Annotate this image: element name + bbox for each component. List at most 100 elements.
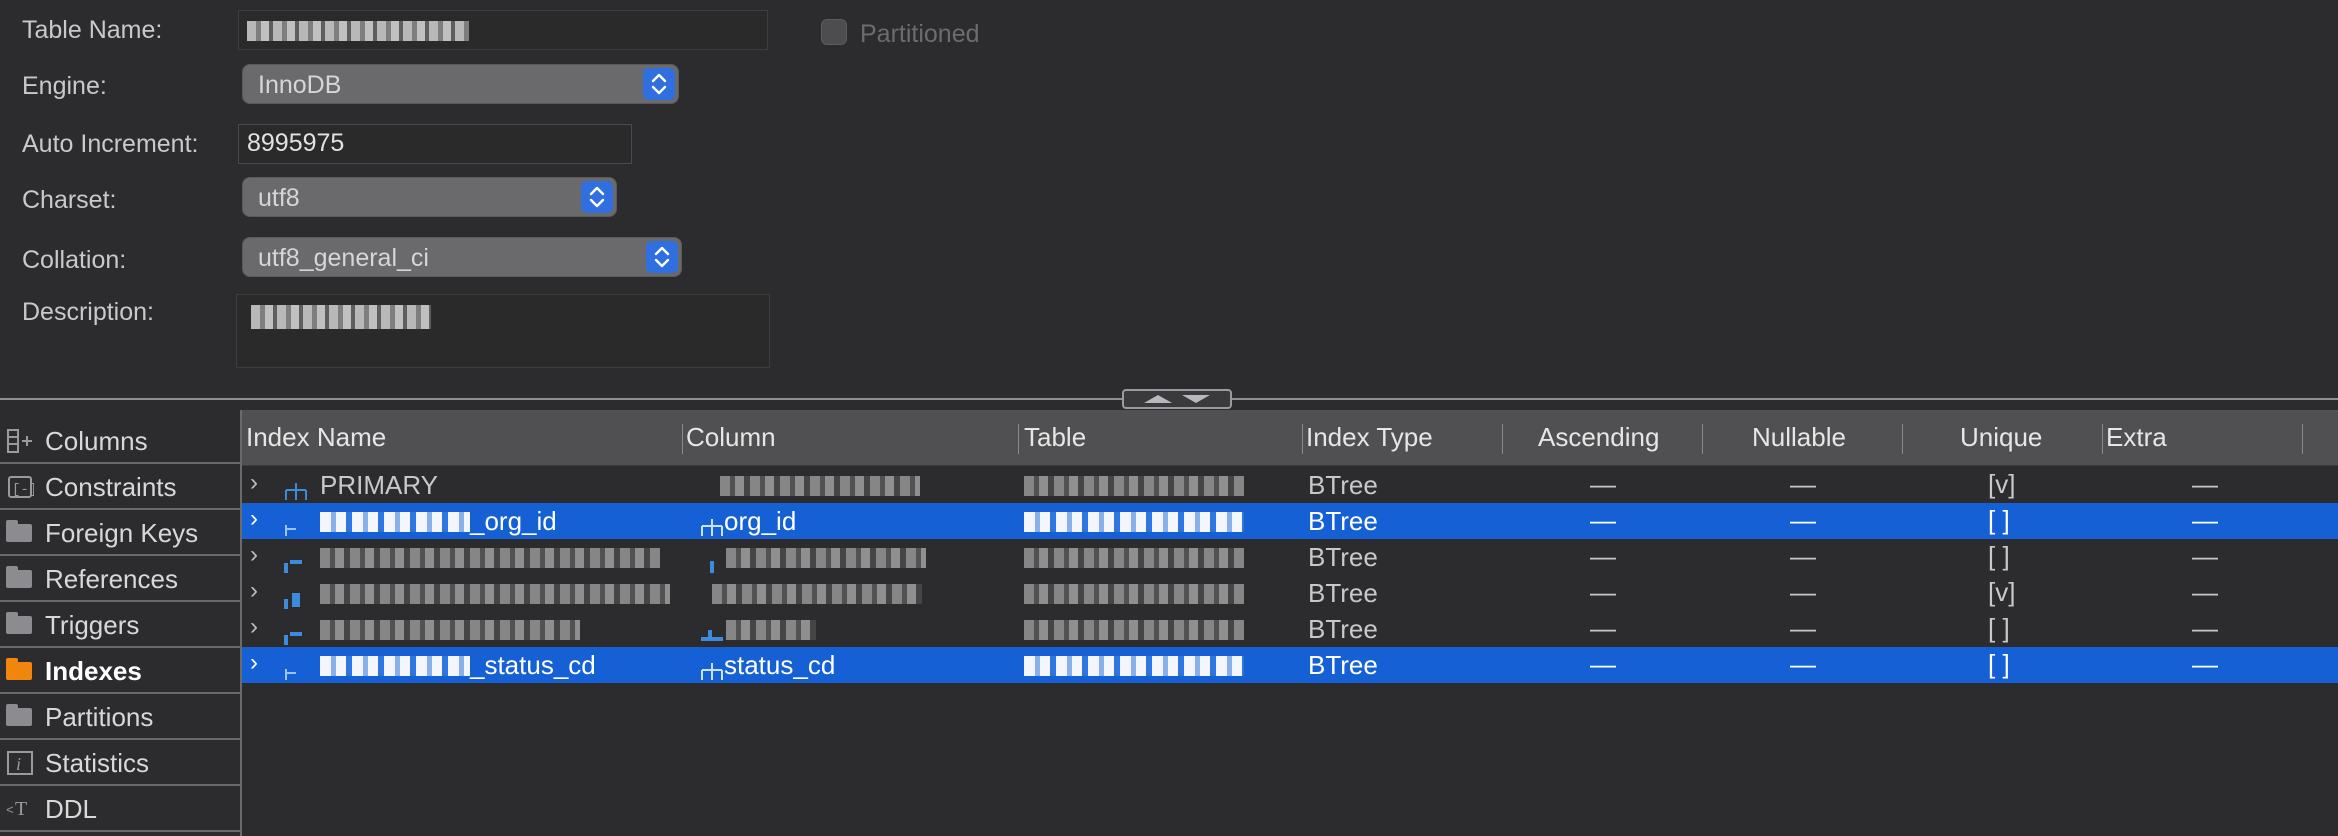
indexes-table: Index Name Column Table Index Type Ascen…	[242, 410, 2338, 836]
index-name-cell	[320, 620, 580, 640]
svg-text:<: <	[6, 803, 14, 818]
unique-cell[interactable]: [ ]	[1988, 505, 2010, 536]
column-divider[interactable]	[2302, 424, 2303, 454]
auto-increment-field[interactable]: 8995975	[238, 124, 632, 164]
index-type-cell: BTree	[1308, 470, 1378, 500]
folder-icon	[6, 658, 32, 680]
column-icon	[700, 657, 723, 680]
nullable-cell: —	[1790, 649, 1816, 679]
nav-item-foreign-keys[interactable]: Foreign Keys	[0, 510, 242, 556]
chevron-right-icon[interactable]: ›	[250, 577, 258, 605]
extra-cell: —	[2192, 505, 2218, 535]
table-row[interactable]: › _status_cd status_cd BTree — — [ ] —	[242, 647, 2338, 683]
chevron-right-icon[interactable]: ›	[250, 649, 258, 677]
charset-select[interactable]: utf8	[242, 177, 617, 217]
unique-cell[interactable]: [v]	[1988, 577, 2015, 608]
column-header-ascending[interactable]: Ascending	[1538, 422, 1659, 453]
nav-item-constraints[interactable]: [-] Constraints	[0, 464, 242, 510]
chevron-right-icon[interactable]: ›	[250, 613, 258, 641]
nav-item-references[interactable]: References	[0, 556, 242, 602]
column-divider[interactable]	[1902, 424, 1903, 454]
collation-select[interactable]: utf8_general_ci	[242, 237, 682, 277]
description-value	[251, 305, 431, 329]
column-divider[interactable]	[682, 424, 683, 454]
nav-item-label: Constraints	[45, 472, 177, 502]
column-divider[interactable]	[1018, 424, 1019, 454]
column-divider[interactable]	[2102, 424, 2103, 454]
nav-item-statistics[interactable]: i Statistics	[0, 740, 242, 786]
nav-item-label: Columns	[45, 426, 148, 456]
column-divider[interactable]	[1302, 424, 1303, 454]
unique-cell[interactable]: [ ]	[1988, 613, 2010, 644]
nav-item-ddl[interactable]: < T DDL	[0, 786, 242, 832]
ascending-cell: —	[1590, 505, 1616, 535]
extra-cell: —	[2192, 541, 2218, 571]
columns-icon	[6, 428, 34, 453]
stepper-arrows-icon	[646, 241, 678, 273]
column-header-unique[interactable]: Unique	[1960, 422, 2042, 453]
ascending-cell: —	[1590, 649, 1616, 679]
column-cell	[726, 620, 816, 640]
chevron-right-icon[interactable]: ›	[250, 541, 258, 569]
nullable-cell: —	[1790, 469, 1816, 499]
table-cell	[1024, 656, 1244, 676]
column-divider[interactable]	[1702, 424, 1703, 454]
nav-item-indexes[interactable]: Indexes	[0, 648, 242, 694]
ascending-cell: —	[1590, 541, 1616, 571]
partitioned-checkbox[interactable]	[821, 19, 847, 45]
chevron-right-icon[interactable]: ›	[250, 505, 258, 533]
table-row[interactable]: › PRIMARY BTree — — [v] —	[242, 467, 2338, 503]
unique-cell[interactable]: [ ]	[1988, 649, 2010, 680]
unique-cell[interactable]: [ ]	[1988, 541, 2010, 572]
nav-item-triggers[interactable]: Triggers	[0, 602, 242, 648]
table-cell	[1024, 620, 1244, 640]
extra-cell: —	[2192, 577, 2218, 607]
nav-item-partitions[interactable]: Partitions	[0, 694, 242, 740]
unique-cell[interactable]: [v]	[1988, 469, 2015, 500]
index-icon	[284, 549, 306, 573]
svg-text:[-]: [-]	[12, 482, 34, 498]
constraints-icon: [-]	[6, 474, 37, 498]
table-name-field[interactable]	[238, 10, 768, 50]
splitter-handle[interactable]	[1122, 389, 1232, 409]
collapse-arrows-icon	[1144, 395, 1210, 403]
engine-select[interactable]: InnoDB	[242, 64, 679, 104]
index-type-cell: BTree	[1308, 578, 1378, 608]
chevron-right-icon[interactable]: ›	[250, 469, 258, 497]
column-header-index-name[interactable]: Index Name	[246, 422, 386, 453]
index-name-cell: _status_cd	[470, 650, 596, 680]
column-divider[interactable]	[1502, 424, 1503, 454]
extra-cell: —	[2192, 613, 2218, 643]
table-cell	[1024, 512, 1244, 532]
ascending-cell: —	[1590, 613, 1616, 643]
table-row[interactable]: › BTree — — [ ] —	[242, 539, 2338, 575]
svg-text:T: T	[15, 798, 27, 820]
nav-item-label: References	[45, 564, 178, 594]
column-cell	[726, 548, 926, 568]
column-cell	[712, 584, 922, 604]
table-name-value	[247, 21, 469, 41]
column-header-column[interactable]: Column	[686, 422, 776, 453]
column-header-extra[interactable]: Extra	[2106, 422, 2167, 453]
table-row[interactable]: › BTree — — [v] —	[242, 575, 2338, 611]
nullable-cell: —	[1790, 577, 1816, 607]
column-header-index-type[interactable]: Index Type	[1306, 422, 1433, 453]
index-icon	[284, 585, 306, 609]
folder-icon	[6, 520, 32, 542]
column-header-table[interactable]: Table	[1024, 422, 1086, 453]
index-name-cell: _org_id	[470, 506, 557, 536]
extra-cell: —	[2192, 649, 2218, 679]
column-header-nullable[interactable]: Nullable	[1752, 422, 1846, 453]
nav-item-columns[interactable]: Columns	[0, 418, 242, 464]
description-field[interactable]	[236, 294, 770, 368]
index-name-cell	[320, 584, 670, 604]
table-row[interactable]: › BTree — — [ ] —	[242, 611, 2338, 647]
column-cell: org_id	[724, 506, 797, 536]
nav-item-label: Foreign Keys	[45, 518, 199, 548]
nav-item-label: DDL	[45, 794, 98, 824]
table-header: Index Name Column Table Index Type Ascen…	[242, 410, 2338, 466]
table-row[interactable]: › _org_id org_id BTree — — [ ] —	[242, 503, 2338, 539]
ascending-cell: —	[1590, 577, 1616, 607]
column-icon	[700, 513, 723, 536]
index-type-cell: BTree	[1308, 506, 1378, 536]
